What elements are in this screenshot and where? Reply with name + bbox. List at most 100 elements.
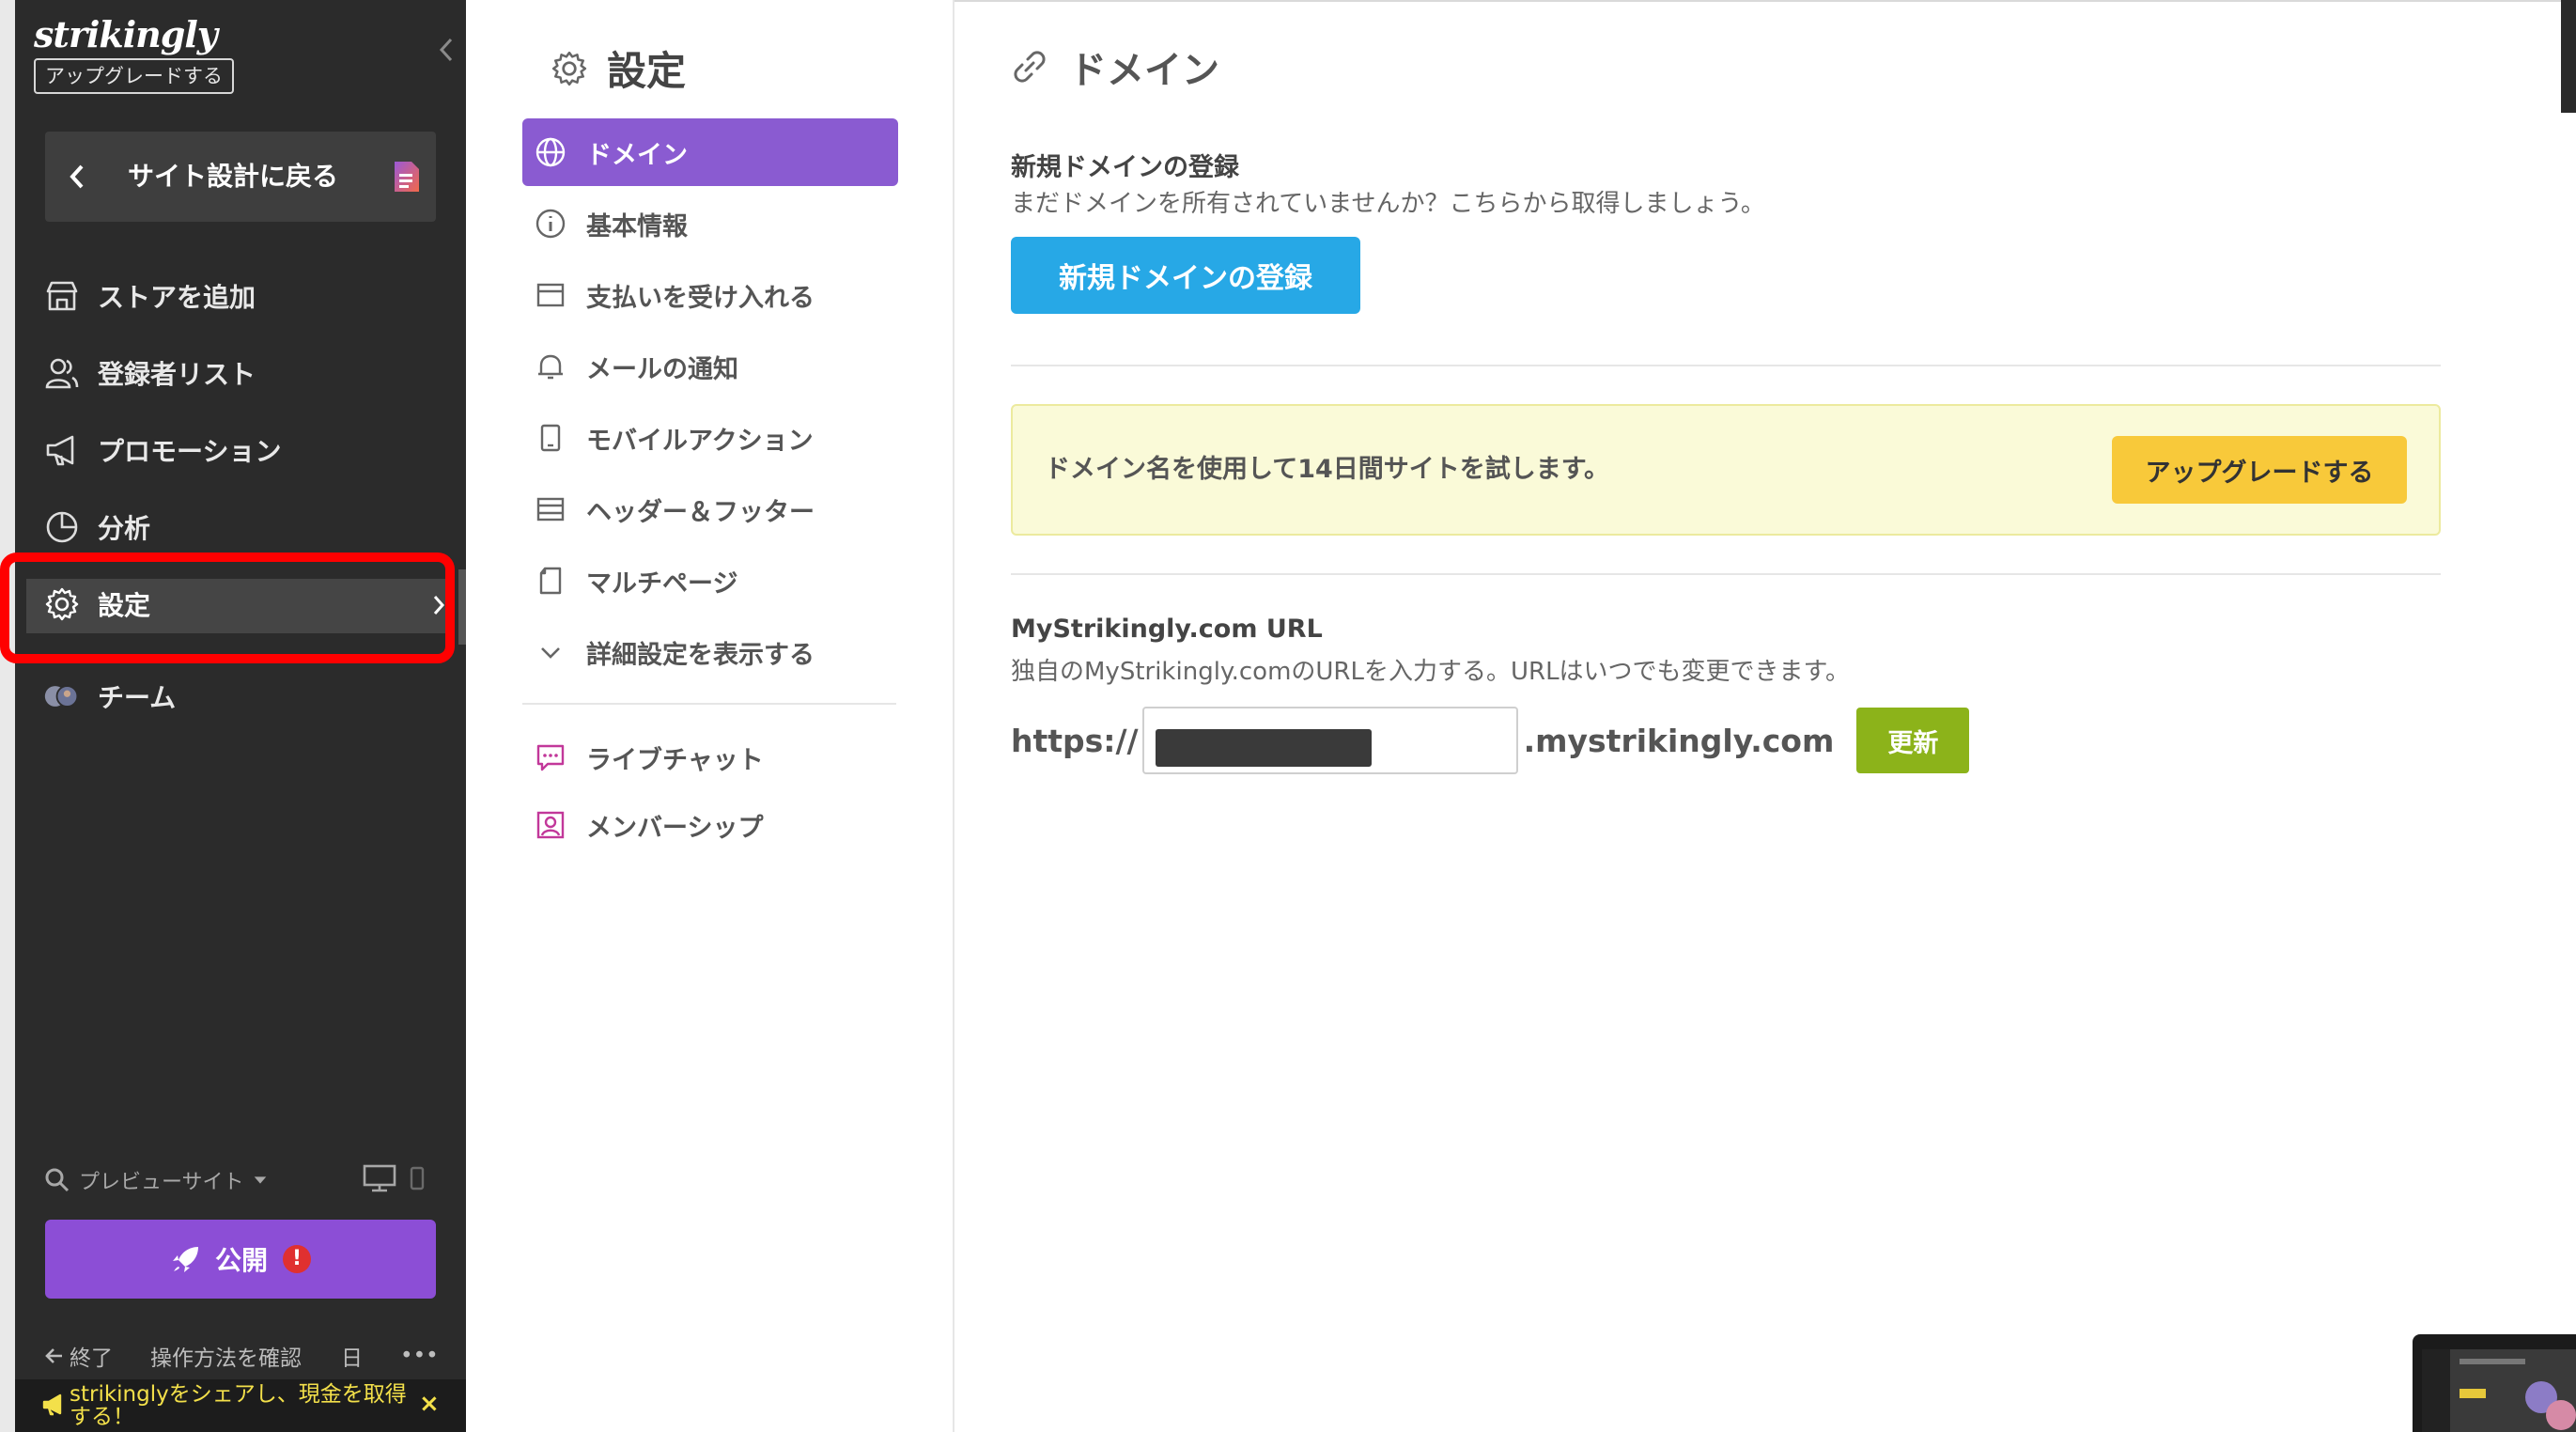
settings-item-domain[interactable]: ドメイン (522, 118, 898, 186)
settings-item-header-footer[interactable]: ヘッダー＆フッター (522, 475, 898, 543)
sidebar-item-label: プロモーション (98, 436, 282, 467)
bell-icon (522, 350, 579, 382)
more-menu-button[interactable]: ••• (400, 1344, 439, 1368)
settings-item-label: マルチページ (586, 568, 738, 599)
section-divider (1011, 365, 2441, 366)
settings-item-mobile-actions[interactable]: モバイルアクション (522, 404, 898, 472)
desktop-icon[interactable] (363, 1163, 396, 1193)
url-prefix: https:// (1011, 722, 1139, 759)
close-banner-button[interactable]: × (419, 1392, 440, 1416)
rocket-icon (172, 1247, 198, 1272)
globe-icon (522, 136, 579, 168)
domain-settings-panel: ドメイン 新規ドメインの登録 まだドメインを所有されていませんか？こちらから取得… (954, 0, 2576, 1432)
pie-chart-icon (43, 508, 81, 546)
chat-icon (522, 741, 579, 773)
sidebar-scroll-indicator (458, 569, 466, 645)
settings-item-label: メンバーシップ (586, 813, 764, 843)
screenshot-thumbnail[interactable] (2413, 1334, 2576, 1432)
back-to-site-design-button[interactable]: サイト設計に戻る (45, 132, 436, 222)
preview-site-label: プレビューサイト (79, 1171, 244, 1194)
trial-message: ドメイン名を使用して14日間サイトを試します。 (1045, 455, 1610, 484)
site-doc-icon (395, 162, 419, 192)
section-divider (1011, 573, 2441, 575)
gear-icon (551, 51, 587, 86)
mobile-icon (522, 422, 579, 454)
link-icon (1014, 51, 1046, 83)
chevron-left-icon (439, 38, 453, 62)
store-icon (43, 277, 81, 315)
settings-item-label: ヘッダー＆フッター (586, 497, 815, 527)
sidebar-item-label: 分析 (98, 513, 151, 544)
redacted-value (1155, 729, 1372, 767)
exit-button[interactable]: 終了 (43, 1340, 113, 1372)
caret-down-icon (254, 1176, 266, 1184)
pages-icon (522, 565, 579, 597)
right-edge-scrollbar (2561, 0, 2576, 113)
sidebar-item-label: 登録者リスト (98, 359, 256, 390)
settings-item-basic-info[interactable]: 基本情報 (522, 190, 898, 257)
team-avatars-icon (43, 677, 81, 715)
strikingly-logo: strikingly (34, 13, 218, 55)
back-to-site-design-label: サイト設計に戻る (128, 161, 339, 192)
publish-button[interactable]: 公開 ! (45, 1220, 436, 1299)
sidebar-item-subscribers[interactable]: 登録者リスト (43, 345, 457, 401)
url-suffix: .mystrikingly.com (1523, 722, 1835, 759)
info-icon (522, 208, 579, 240)
device-toggle (363, 1163, 425, 1193)
upgrade-badge[interactable]: アップグレードする (34, 58, 234, 94)
upgrade-button[interactable]: アップグレードする (2112, 436, 2407, 504)
chevron-left-icon (70, 164, 84, 189)
share-earn-text: strikinglyをシェアし、現金を取得する！ (70, 1382, 407, 1429)
collapse-sidebar-button[interactable] (434, 34, 458, 66)
howto-link[interactable]: 操作方法を確認 (150, 1340, 302, 1372)
mobile-icon[interactable] (410, 1166, 425, 1191)
megaphone-icon (42, 1393, 62, 1416)
settings-item-label: 詳細設定を表示する (586, 640, 815, 670)
chevron-down-icon (522, 636, 579, 668)
settings-item-label: メールの通知 (586, 354, 738, 384)
exit-label: 終了 (70, 1346, 113, 1371)
sidebar-item-analytics[interactable]: 分析 (43, 499, 457, 555)
settings-item-label: 基本情報 (586, 211, 688, 241)
sidebar-footer: 終了 操作方法を確認 日 ••• (15, 1332, 466, 1379)
settings-item-label: ライブチャット (586, 745, 764, 775)
sidebar-item-team[interactable]: チーム (43, 668, 457, 724)
settings-item-live-chat[interactable]: ライブチャット (522, 724, 898, 791)
settings-item-email-notifications[interactable]: メールの通知 (522, 333, 898, 400)
settings-item-show-advanced[interactable]: 詳細設定を表示する (522, 618, 898, 686)
menu-divider (522, 703, 896, 705)
sidebar-item-promotion[interactable]: プロモーション (43, 422, 457, 478)
trial-notice: ドメイン名を使用して14日間サイトを試します。 アップグレードする (1011, 404, 2441, 536)
update-url-button[interactable]: 更新 (1856, 708, 1970, 773)
settings-item-label: モバイルアクション (586, 426, 814, 456)
settings-menu: 設定 ドメイン 基本情報 支払いを受け入れる メールの通知 モバイルアクション … (466, 0, 954, 1432)
mystrikingly-url-heading: MyStrikingly.com URL (1011, 615, 1323, 644)
preview-site-dropdown[interactable]: プレビューサイト (43, 1161, 276, 1199)
settings-highlight-box (0, 553, 455, 663)
settings-item-membership[interactable]: メンバーシップ (522, 791, 898, 859)
settings-item-label: ドメイン (586, 140, 688, 170)
settings-item-payments[interactable]: 支払いを受け入れる (522, 261, 898, 329)
window-edge (0, 0, 15, 1432)
new-domain-heading: 新規ドメインの登録 (1011, 153, 1239, 182)
arrow-left-icon (45, 1348, 62, 1363)
subdomain-row: https:// .mystrikingly.com 更新 (1011, 707, 1970, 774)
publish-alert-badge: ! (283, 1245, 311, 1273)
megaphone-icon (43, 431, 81, 469)
sidebar-item-add-store[interactable]: ストアを追加 (43, 268, 457, 324)
language-toggle[interactable]: 日 (341, 1340, 363, 1372)
register-new-domain-button[interactable]: 新規ドメインの登録 (1011, 237, 1360, 314)
share-earn-banner[interactable]: strikinglyをシェアし、現金を取得する！ × (15, 1379, 466, 1432)
header-footer-icon (522, 493, 579, 525)
subdomain-input[interactable] (1141, 707, 1518, 774)
sidebar-item-label: チーム (98, 682, 177, 713)
mystrikingly-url-description: 独自のMyStrikingly.comのURLを入力する。URLはいつでも変更で… (1011, 658, 1850, 686)
search-icon (45, 1168, 70, 1192)
settings-title: 設定 (551, 39, 686, 97)
users-icon (43, 354, 81, 392)
new-domain-description: まだドメインを所有されていませんか？こちらから取得しましょう。 (1011, 190, 1765, 218)
settings-item-multipage[interactable]: マルチページ (522, 547, 898, 615)
editor-sidebar: strikingly アップグレードする サイト設計に戻る ストアを追加 登録者… (15, 0, 466, 1432)
top-border (954, 0, 2576, 2)
page-title: ドメイン (1009, 39, 1219, 94)
